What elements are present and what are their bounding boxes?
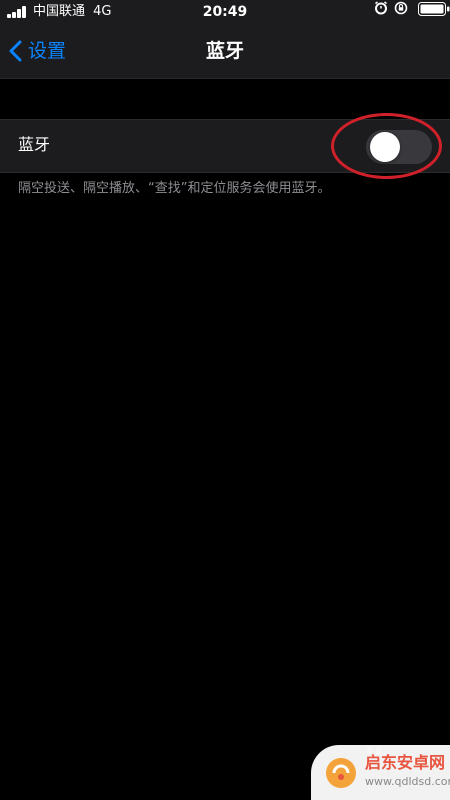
bluetooth-footnote: 隔空投送、隔空播放、“查找”和定位服务会使用蓝牙。 (18, 181, 331, 196)
bluetooth-row: 蓝牙 (0, 119, 450, 173)
toggle-knob (370, 132, 400, 162)
watermark-url: www.qdldsd.com (365, 775, 450, 788)
bluetooth-toggle[interactable] (366, 130, 432, 164)
battery-icon (418, 2, 450, 16)
rotation-lock-icon (394, 1, 408, 15)
alarm-icon (375, 1, 387, 15)
status-bar: 中国联通 4G 20:49 (0, 0, 450, 24)
watermark-title: 启东安卓网 (365, 753, 446, 772)
watermark: 启东安卓网 www.qdldsd.com (311, 745, 450, 800)
bluetooth-settings-screen: 中国联通 4G 20:49 设置 蓝牙 蓝牙 隔空投送、隔空播放、“查找”和定位… (0, 0, 450, 800)
watermark-logo-icon (326, 758, 356, 788)
page-title: 蓝牙 (205, 40, 244, 62)
navigation-bar: 设置 蓝牙 (0, 24, 450, 79)
bluetooth-label: 蓝牙 (18, 135, 51, 154)
